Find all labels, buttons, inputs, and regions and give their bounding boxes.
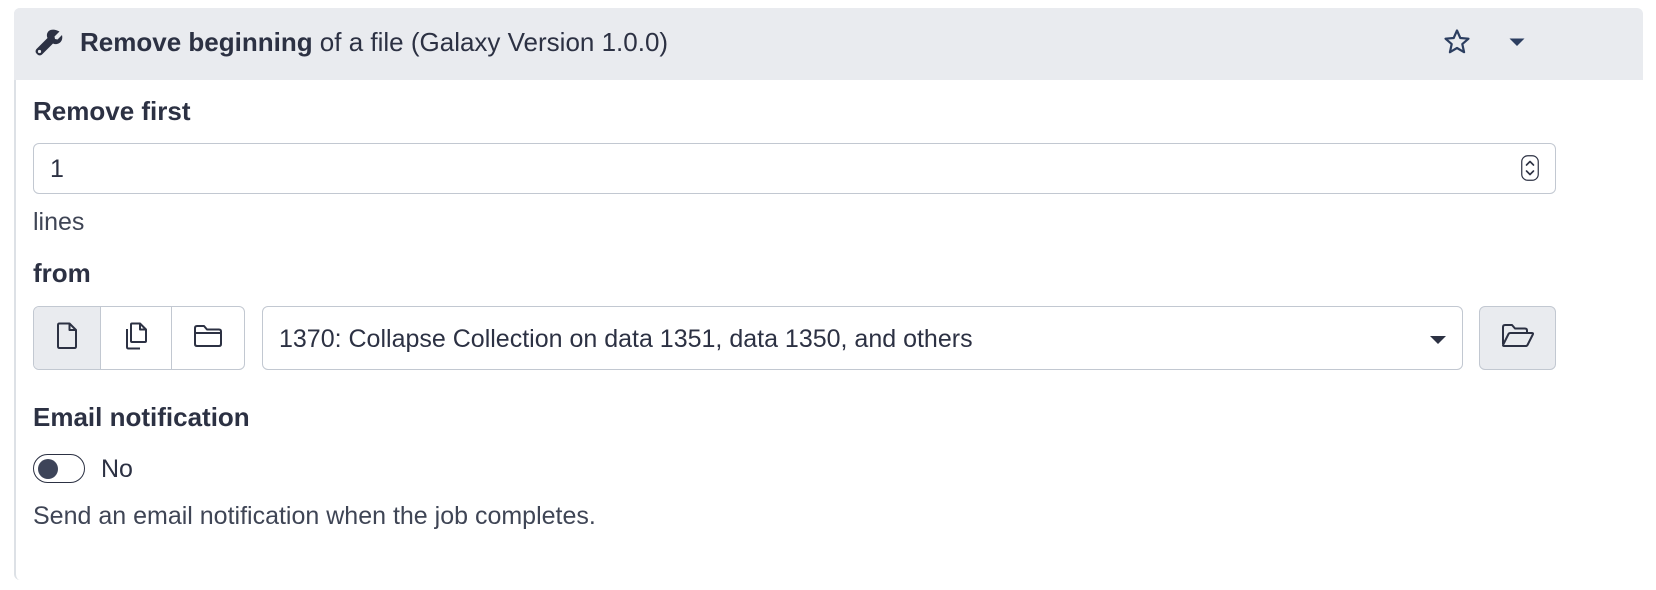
remove-first-value: 1 — [50, 155, 64, 183]
dataset-select-value: 1370: Collapse Collection on data 1351, … — [279, 325, 973, 353]
dataset-collection-button[interactable] — [172, 307, 244, 369]
tool-form-panel — [14, 8, 1643, 580]
number-stepper-icon[interactable] — [1521, 155, 1539, 181]
multiple-datasets-button[interactable] — [101, 307, 172, 369]
dataset-select[interactable]: 1370: Collapse Collection on data 1351, … — [262, 306, 1463, 370]
folder-open-icon — [1501, 323, 1535, 354]
remove-first-input[interactable]: 1 — [33, 143, 1556, 194]
toggle-knob — [38, 458, 58, 479]
tool-title: Remove beginning of a file (Galaxy Versi… — [80, 27, 668, 57]
email-notification-help: Send an email notification when the job … — [33, 502, 596, 530]
email-notification-label: Email notification — [33, 402, 250, 432]
remove-first-label: Remove first — [33, 96, 191, 126]
remove-first-help: lines — [33, 208, 85, 236]
tool-title-version: of a file (Galaxy Version 1.0.0) — [312, 27, 669, 57]
browse-datasets-button[interactable] — [1479, 306, 1556, 370]
single-dataset-button[interactable] — [34, 307, 102, 369]
from-label: from — [33, 258, 91, 288]
collection-folder-icon — [193, 324, 223, 353]
email-notification-state: No — [101, 455, 133, 483]
dataset-source-button-group — [33, 306, 245, 370]
tool-title-name: Remove beginning — [80, 27, 313, 57]
caret-down-icon[interactable] — [1506, 32, 1528, 52]
select-caret-down-icon — [1428, 333, 1448, 347]
wrench-icon — [34, 27, 64, 57]
star-icon[interactable] — [1443, 28, 1471, 56]
email-notification-toggle[interactable] — [33, 454, 85, 483]
single-dataset-icon — [56, 322, 78, 355]
multiple-datasets-icon — [123, 322, 149, 355]
